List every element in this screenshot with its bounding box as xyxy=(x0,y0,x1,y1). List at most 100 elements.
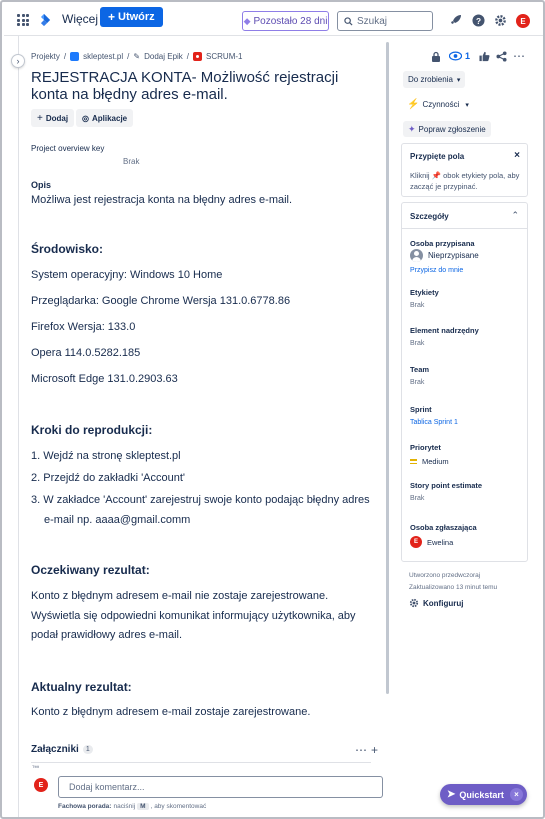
share-icon xyxy=(496,50,507,62)
help-button[interactable]: ? xyxy=(470,12,486,28)
priority-label: Priorytet xyxy=(410,443,441,452)
trial-button[interactable]: ◆ Pozostało 28 dni xyxy=(242,11,329,31)
vote-button[interactable] xyxy=(479,50,490,62)
overview-key-value[interactable]: Brak xyxy=(123,157,139,166)
breadcrumb-separator: / xyxy=(63,52,67,61)
comment-tip-bold: Fachowa porada: xyxy=(58,803,112,810)
step-text: W zakładce 'Account' zarejestruj swoje k… xyxy=(43,494,370,506)
step-item-continuation: e-mail np. aaaa@gmail.comm xyxy=(44,513,394,528)
create-button-label: Utwórz xyxy=(118,11,155,23)
gear-icon xyxy=(409,598,419,608)
watch-button[interactable]: 1 xyxy=(449,50,470,62)
expected-section[interactable]: Oczekiwany rezultat: xyxy=(31,563,381,578)
search-placeholder: Szukaj xyxy=(357,15,388,27)
comment-placeholder: Dodaj komentarz... xyxy=(69,782,145,792)
chevron-down-icon: ▾ xyxy=(456,76,461,84)
actual-section[interactable]: Aktualny rezultat: xyxy=(31,680,381,695)
lightning-icon: ⚡ xyxy=(407,99,420,110)
priority-medium-icon xyxy=(410,459,417,464)
expected-line: podał prawidłowy adres e-mail. xyxy=(31,629,183,641)
breadcrumb-separator: / xyxy=(186,52,190,61)
parent-value[interactable]: Brak xyxy=(410,340,424,347)
search-input[interactable]: Szukaj xyxy=(337,11,433,31)
reporter-field[interactable]: E Ewelina xyxy=(410,536,453,548)
close-icon[interactable]: × xyxy=(510,788,523,801)
close-icon[interactable]: × xyxy=(514,150,520,161)
create-button[interactable]: + Utwórz xyxy=(100,7,163,27)
add-button-label: Dodaj xyxy=(45,113,69,123)
status-label: Do zrobienia xyxy=(408,75,453,84)
plus-icon: + xyxy=(37,112,43,124)
lock-button[interactable] xyxy=(431,50,441,62)
more-menu[interactable]: Więcej ▾ xyxy=(62,12,105,26)
watch-count: 1 xyxy=(465,51,471,61)
quickstart-button[interactable]: ➤ Quickstart × xyxy=(440,784,527,805)
assign-to-me-link[interactable]: Przypisz do mnie xyxy=(410,267,463,274)
assignee-value: Nieprzypisane xyxy=(428,251,479,260)
expand-sidebar-button[interactable]: › xyxy=(11,54,25,68)
sprint-value[interactable]: Tablica Sprint 1 xyxy=(410,419,458,426)
parent-label: Element nadrzędny xyxy=(410,326,479,335)
help-icon: ? xyxy=(471,13,485,27)
pinned-fields-title: Przypięte pola xyxy=(410,152,465,161)
bug-icon xyxy=(193,52,203,61)
step-item: 3. W zakładce 'Account' zarejestruj swoj… xyxy=(31,493,391,508)
priority-field[interactable]: Medium xyxy=(410,457,449,466)
more-actions-button[interactable]: ⋯ xyxy=(513,49,525,63)
user-avatar[interactable]: E xyxy=(516,14,530,28)
steps-section[interactable]: Kroki do reprodukcji: xyxy=(31,423,381,438)
settings-button[interactable] xyxy=(492,12,508,28)
actions-dropdown[interactable]: ⚡ Czynności ▾ xyxy=(407,99,469,110)
notifications-button[interactable] xyxy=(448,12,464,28)
details-panel: Szczegóły ⌃ Osoba przypisana Nieprzypisa… xyxy=(401,202,528,562)
chevron-up-icon: ⌃ xyxy=(511,210,519,220)
assignee-label: Osoba przypisana xyxy=(410,239,475,248)
labels-value[interactable]: Brak xyxy=(410,302,424,309)
add-button[interactable]: + Dodaj xyxy=(31,109,75,127)
svg-text:?: ? xyxy=(475,15,480,25)
configure-button[interactable]: Konfiguruj xyxy=(409,598,463,608)
step-text: Przejdź do zakładki 'Account' xyxy=(43,472,186,484)
comment-avatar: E xyxy=(34,778,48,792)
jira-logo-icon[interactable] xyxy=(37,13,51,27)
app-window: Więcej ▾ + Utwórz ◆ Pozostało 28 dni Szu… xyxy=(0,0,545,819)
description-intro[interactable]: Możliwa jest rejestracja konta na błędny… xyxy=(31,193,381,208)
details-header[interactable]: Szczegóły ⌃ xyxy=(402,203,527,229)
trial-label: Pozostało 28 dni xyxy=(253,15,328,27)
pencil-icon: ✎ xyxy=(133,52,141,61)
thumbs-up-icon xyxy=(479,51,490,61)
environment-section[interactable]: Środowisko: xyxy=(31,242,381,257)
breadcrumb-add-epic[interactable]: Dodaj Epik xyxy=(144,52,183,61)
team-label: Team xyxy=(410,365,430,374)
share-button[interactable] xyxy=(496,50,507,62)
improve-issue-button[interactable]: ✦ Popraw zgłoszenie xyxy=(403,121,491,137)
breadcrumb-projects[interactable]: Projekty xyxy=(31,52,60,61)
comment-tip-press: naciśnij xyxy=(113,803,136,810)
attachment-thumbnail[interactable]: Ttttt xyxy=(31,762,371,769)
status-dropdown[interactable]: Do zrobienia ▾ xyxy=(403,71,466,88)
panel-resize-handle[interactable] xyxy=(386,42,389,694)
reporter-value: Ewelina xyxy=(427,537,454,547)
pinned-text-before: Kliknij xyxy=(410,171,430,180)
step-number: 1. xyxy=(31,450,41,462)
team-value[interactable]: Brak xyxy=(410,379,424,386)
attachments-add-button[interactable]: + xyxy=(371,743,378,757)
apps-button[interactable]: ◎ Aplikacje xyxy=(76,109,134,127)
actual-heading: Aktualny rezultat: xyxy=(31,680,132,694)
breadcrumb-project[interactable]: skleptest.pl xyxy=(83,52,123,61)
more-icon: ⋯ xyxy=(513,49,525,63)
story-points-value[interactable]: Brak xyxy=(410,495,424,502)
pinned-fields-panel: Przypięte pola × Kliknij 📌 obok etykiety… xyxy=(401,143,528,197)
breadcrumb-issue-key[interactable]: SCRUM-1 xyxy=(206,52,242,61)
breadcrumb-separator: / xyxy=(127,52,130,61)
issue-title[interactable]: REJESTRACJA KONTA- Możliwość rejestracji… xyxy=(31,69,371,103)
attachments-heading: Załączniki 1 xyxy=(31,744,93,755)
assignee-field[interactable]: Nieprzypisane xyxy=(410,249,479,262)
unassigned-avatar-icon xyxy=(410,249,423,262)
app-switcher-icon[interactable] xyxy=(17,14,29,26)
labels-label: Etykiety xyxy=(410,288,439,297)
improve-label: Popraw zgłoszenie xyxy=(418,124,486,134)
attachments-more-button[interactable]: ⋯ xyxy=(355,743,367,757)
step-text: e-mail np. aaaa@gmail.comm xyxy=(44,514,191,526)
comment-input[interactable]: Dodaj komentarz... xyxy=(58,776,383,798)
